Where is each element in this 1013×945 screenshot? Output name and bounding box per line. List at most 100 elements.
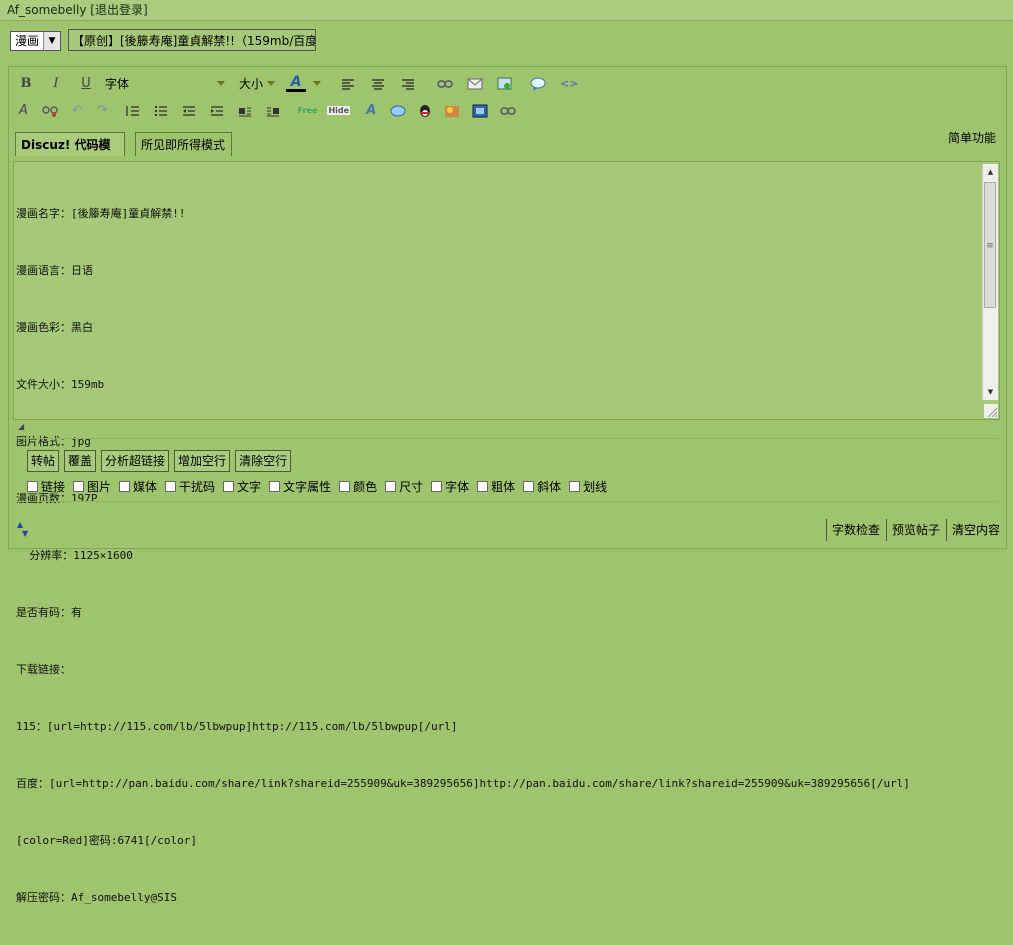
outdent-icon[interactable]	[182, 105, 196, 117]
post-content-textarea[interactable]: 漫画名字：[後籐寿庵]童貞解禁!! 漫画语言：日语 漫画色彩：黑白 文件大小：1…	[13, 161, 1000, 904]
align-center-icon[interactable]	[371, 78, 385, 90]
checkbox[interactable]	[569, 481, 581, 492]
checkbox[interactable]	[223, 481, 235, 492]
divider	[17, 501, 998, 502]
simple-mode-link[interactable]: 简单功能	[948, 129, 996, 146]
checkbox[interactable]	[119, 481, 131, 492]
free-icon[interactable]: Free	[298, 106, 318, 115]
content-line: 115：[url=http://115.com/lb/5lbwpup]http:…	[16, 720, 458, 733]
chevron-down-icon[interactable]	[313, 81, 322, 86]
email-icon[interactable]	[467, 78, 483, 90]
remove-blank-lines-button[interactable]: 清除空行	[235, 450, 292, 472]
checkbox-italic[interactable]: 斜体	[523, 478, 561, 495]
size-select-label: 大小	[239, 77, 264, 91]
flash-icon[interactable]	[444, 104, 460, 118]
user-status[interactable]: Af_somebelly [退出登录]	[7, 1, 148, 18]
checkbox-label: 文字	[237, 480, 262, 494]
checkbox-font[interactable]: 字体	[431, 478, 469, 495]
checkbox-size[interactable]: 尺寸	[385, 478, 423, 495]
link-icon[interactable]	[437, 79, 453, 89]
resize-grip-icon[interactable]	[984, 404, 998, 418]
analyze-links-button[interactable]: 分析超链接	[101, 450, 170, 472]
content-line: 图片格式：jpg	[16, 435, 91, 448]
text-color-icon[interactable]: A	[285, 75, 307, 92]
content-line: 漫画语言：日语	[16, 264, 93, 277]
align-left-icon[interactable]	[341, 78, 355, 90]
post-type-select[interactable]: 漫画 ▼	[10, 31, 62, 51]
post-type-value: 漫画	[15, 34, 40, 48]
checkbox[interactable]	[339, 481, 351, 492]
checkbox-label: 粗体	[491, 480, 516, 494]
checkbox-text-attr[interactable]: 文字属性	[269, 478, 331, 495]
redo-icon[interactable]: ↷	[97, 103, 108, 118]
checkbox-label: 链接	[41, 480, 66, 494]
unordered-list-icon[interactable]	[154, 105, 168, 117]
checkbox[interactable]	[165, 481, 177, 492]
quote-icon[interactable]	[530, 77, 546, 91]
size-select[interactable]: 大小	[239, 75, 276, 92]
underline-icon[interactable]: U	[79, 76, 93, 91]
checkbox[interactable]	[523, 481, 535, 492]
checkbox[interactable]	[27, 481, 38, 492]
checkbox-color[interactable]: 颜色	[339, 478, 377, 495]
video-icon[interactable]	[472, 104, 488, 118]
content-line: 下载链接：	[16, 663, 71, 676]
clear-content-button[interactable]: 清空内容	[945, 519, 1006, 541]
chevron-down-icon[interactable]: ▼	[43, 32, 61, 50]
drag-handle-icon[interactable]: ◢	[18, 422, 24, 431]
checkbox[interactable]	[385, 481, 397, 492]
word-count-button[interactable]: 字数检查	[825, 519, 886, 541]
content-line: 漫画色彩：黑白	[16, 321, 93, 334]
checkbox-image[interactable]: 图片	[73, 478, 111, 495]
content-line: 是否有码：有	[16, 606, 82, 619]
checkbox-label: 颜色	[353, 480, 378, 494]
scrollbar-thumb[interactable]: ≡	[984, 182, 996, 308]
ppp-icon[interactable]	[390, 105, 406, 117]
remove-format-icon[interactable]: A	[19, 103, 28, 118]
content-line: 解压密码：Af_somebelly@SIS	[16, 891, 177, 904]
font-select[interactable]: 字体	[105, 75, 225, 92]
image-icon[interactable]	[497, 77, 512, 90]
add-blank-lines-button[interactable]: 增加空行	[174, 450, 231, 472]
font-style-icon[interactable]: A	[366, 103, 376, 118]
title-input[interactable]: 【原创】[後籐寿庵]童貞解禁!!（159mb/百度$	[68, 29, 316, 51]
resize-editor-icon[interactable]: ▲ ▼	[17, 520, 28, 538]
checkbox-noise[interactable]: 干扰码	[165, 478, 215, 495]
checkbox-text[interactable]: 文字	[223, 478, 261, 495]
scroll-up-icon[interactable]: ▲	[983, 164, 998, 180]
checkbox-bold[interactable]: 粗体	[477, 478, 515, 495]
float-left-icon[interactable]	[238, 105, 252, 117]
indent-icon[interactable]	[210, 105, 224, 117]
content-line: 分辨率：1125×1600	[16, 549, 133, 562]
ordered-list-icon[interactable]	[126, 105, 140, 117]
checkbox[interactable]	[269, 481, 281, 492]
checkbox[interactable]	[477, 481, 489, 492]
tab-code-mode[interactable]: Discuz! 代码模式	[15, 132, 125, 176]
font-select-label: 字体	[105, 77, 130, 91]
repost-button[interactable]: 转帖	[27, 450, 60, 472]
checkbox[interactable]	[431, 481, 443, 492]
preview-button[interactable]: 预览帖子	[885, 519, 946, 541]
float-right-icon[interactable]	[266, 105, 280, 117]
hide-icon[interactable]: Hide	[327, 106, 351, 115]
link-2-icon[interactable]	[500, 106, 516, 116]
vertical-scrollbar[interactable]: ▲ ≡ ▼	[982, 164, 998, 400]
italic-icon[interactable]: I	[49, 76, 63, 91]
post-content: 漫画名字：[後籐寿庵]童貞解禁!! 漫画语言：日语 漫画色彩：黑白 文件大小：1…	[16, 166, 976, 945]
checkbox[interactable]	[73, 481, 85, 492]
checkbox-link[interactable]: 链接	[27, 478, 65, 495]
align-right-icon[interactable]	[401, 78, 415, 90]
toolbar-row-1: B I U 字体 大小 A <>	[19, 75, 578, 92]
checkbox-label: 斜体	[537, 480, 562, 494]
checkbox-strike[interactable]: 划线	[569, 478, 607, 495]
tab-wysiwyg-mode[interactable]: 所见即所得模式	[135, 132, 232, 156]
unlink-icon[interactable]	[42, 105, 58, 117]
bold-icon[interactable]: B	[19, 76, 33, 91]
code-icon[interactable]: <>	[560, 77, 578, 90]
undo-icon[interactable]: ↶	[72, 103, 83, 118]
qq-icon[interactable]	[418, 104, 432, 118]
overwrite-button[interactable]: 覆盖	[64, 450, 97, 472]
scroll-down-icon[interactable]: ▼	[983, 384, 998, 400]
checkbox-media[interactable]: 媒体	[119, 478, 157, 495]
chevron-down-icon	[267, 81, 276, 86]
